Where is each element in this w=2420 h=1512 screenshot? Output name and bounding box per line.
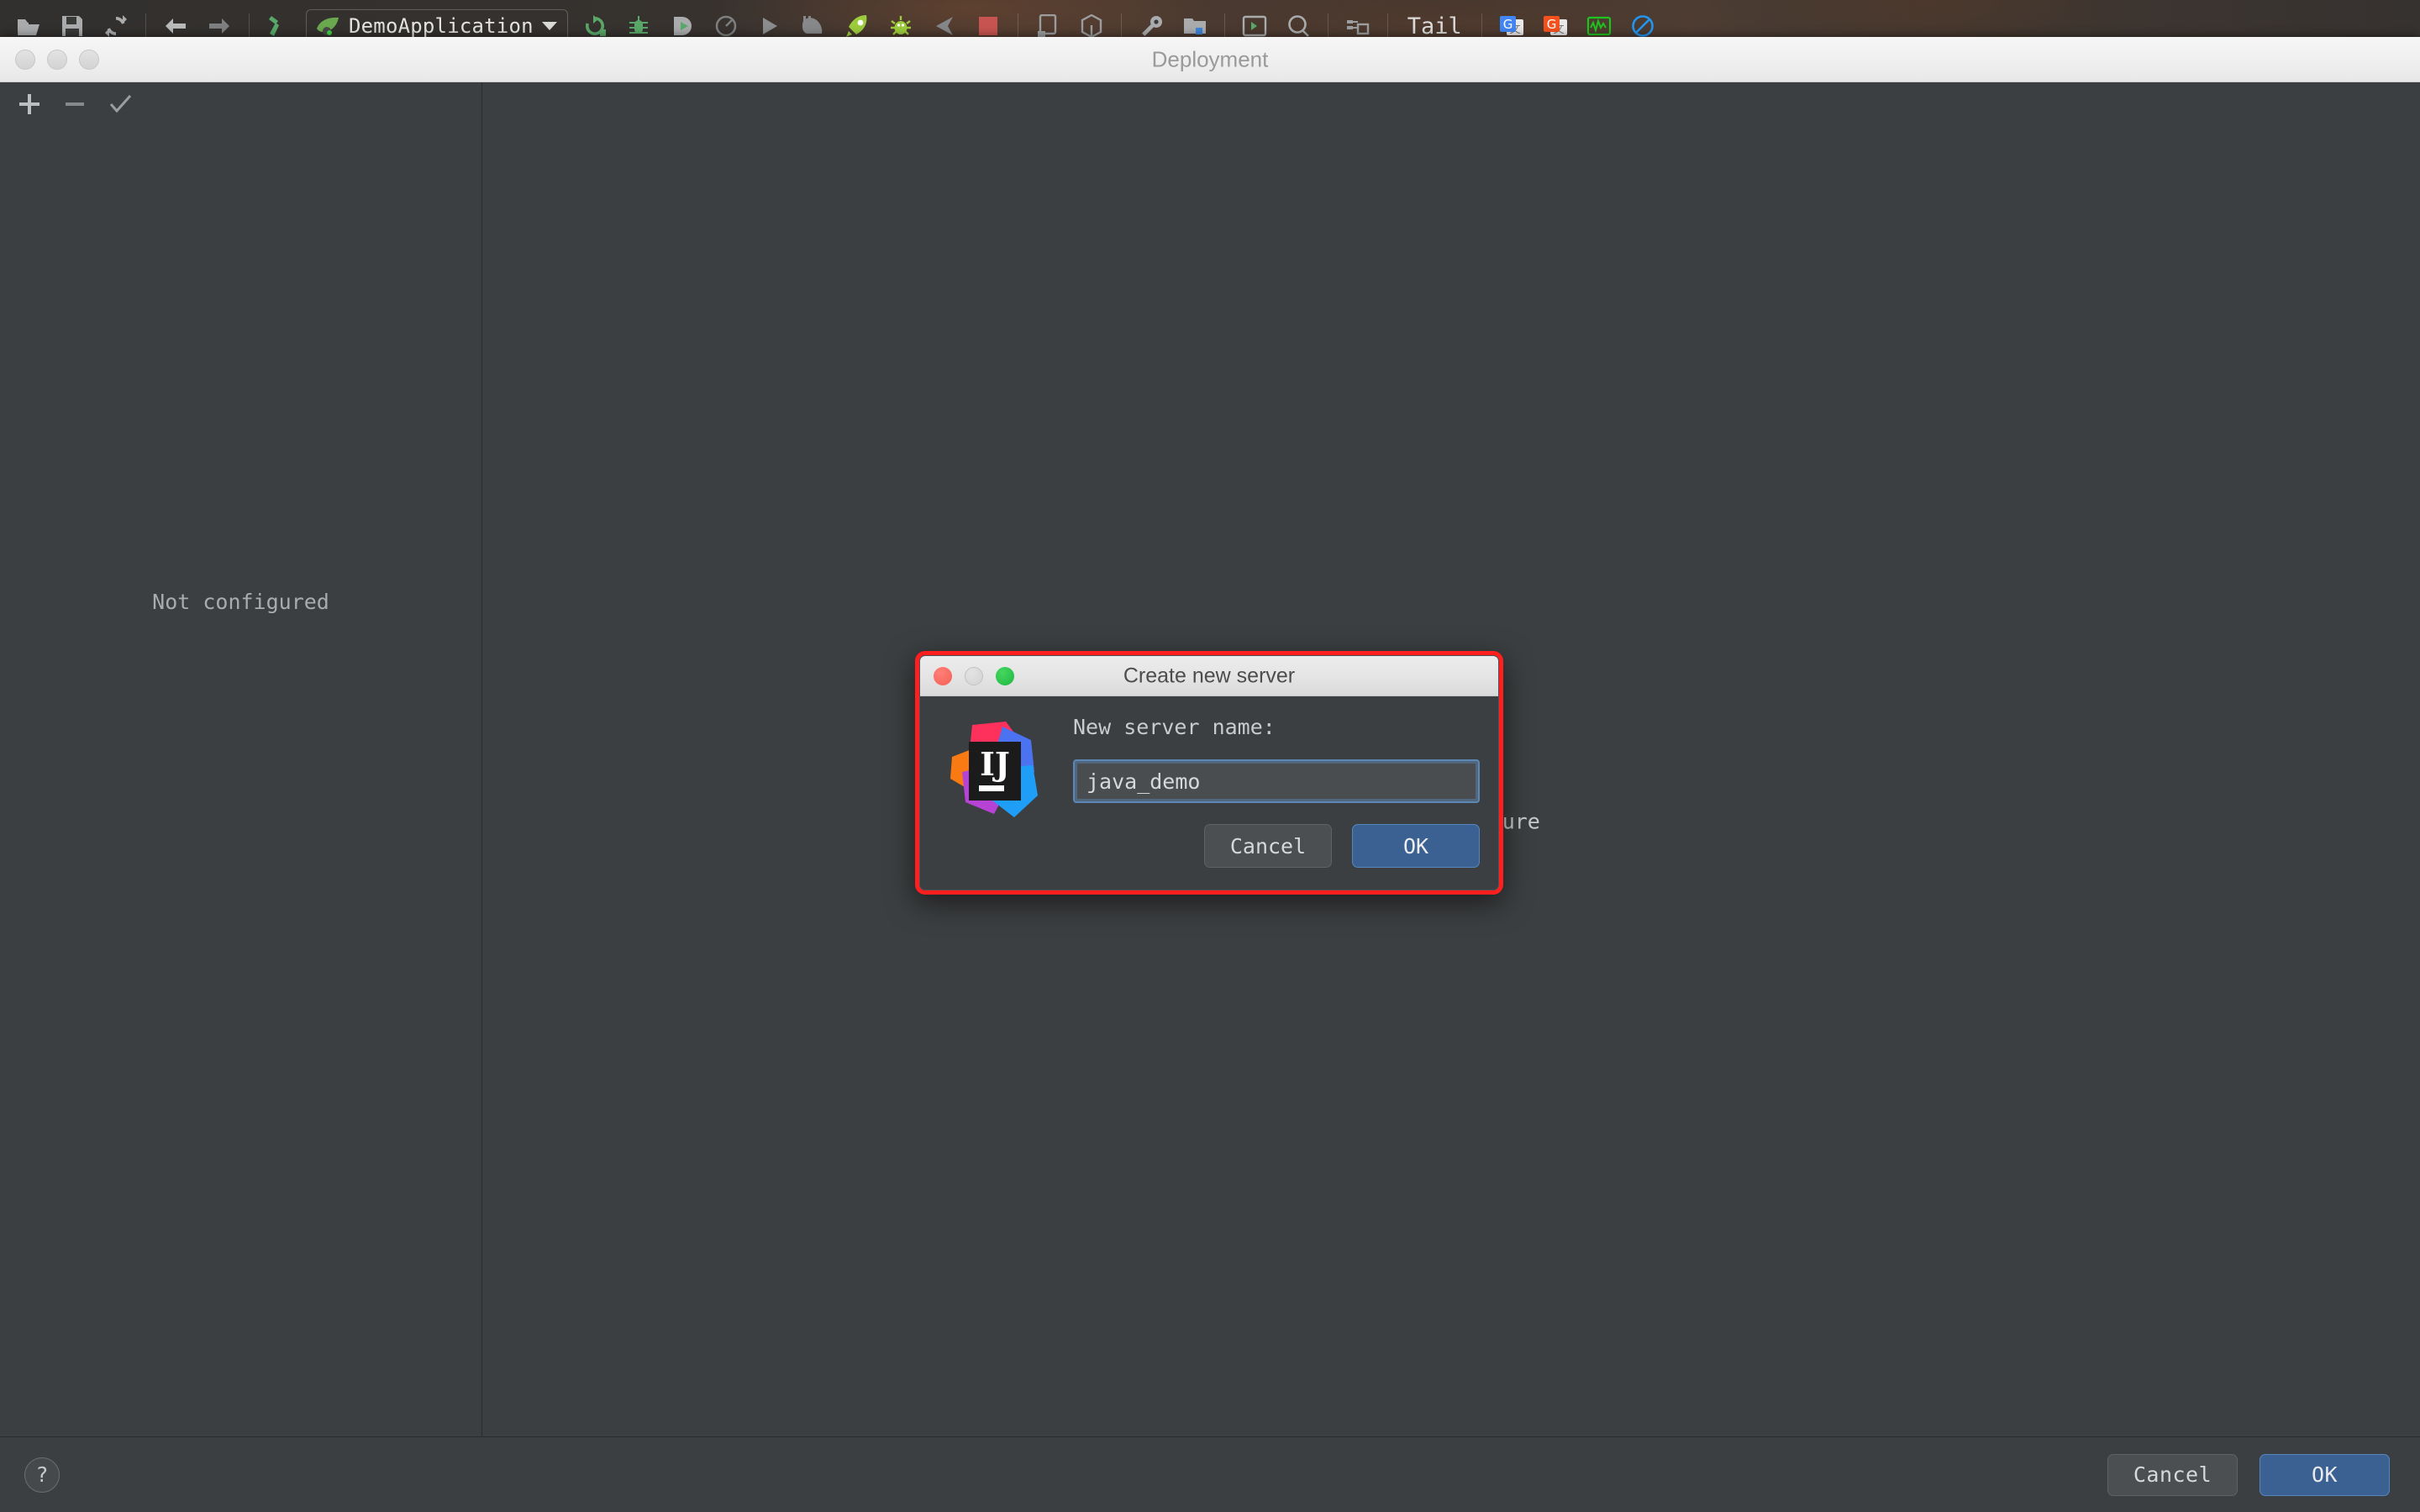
dialog-action-buttons: Cancel OK: [1204, 824, 1480, 868]
chevron-down-icon[interactable]: [542, 22, 557, 30]
svg-text:G: G: [1502, 17, 1512, 32]
server-list-pane: Not configured: [0, 82, 482, 1436]
dialog-highlight-border: Create new server IJ New server name:: [915, 651, 1503, 895]
create-new-server-dialog: Create new server IJ New server name:: [919, 655, 1499, 890]
dialog-titlebar: Create new server: [920, 656, 1498, 696]
toolbar-separator: [1387, 13, 1388, 39]
dialog-ok-button[interactable]: OK: [1352, 824, 1480, 868]
check-connection-button[interactable]: [97, 86, 143, 123]
new-server-name-input[interactable]: [1073, 759, 1480, 803]
intellij-idea-logo-icon: IJ: [944, 720, 1044, 821]
empty-state-label: Not configured: [0, 590, 481, 614]
new-server-name-label: New server name:: [1073, 715, 1480, 739]
ok-button[interactable]: OK: [2260, 1454, 2390, 1496]
remove-server-button[interactable]: [52, 86, 97, 123]
spring-leaf-icon: [315, 15, 340, 37]
dialog-cancel-button[interactable]: Cancel: [1204, 824, 1332, 868]
window-titlebar: Deployment: [0, 37, 2420, 82]
dialog-field-area: New server name:: [1073, 715, 1480, 803]
dialog-title: Create new server: [920, 664, 1498, 688]
toolbar-separator: [1481, 13, 1482, 39]
add-server-button[interactable]: [7, 86, 52, 123]
help-button[interactable]: ?: [24, 1457, 60, 1493]
toolbar-separator: [145, 13, 146, 39]
svg-text:IJ: IJ: [980, 745, 1010, 783]
svg-text:G: G: [1546, 17, 1556, 32]
toolbar-separator: [1224, 13, 1225, 39]
toolbar-separator: [1121, 13, 1122, 39]
server-list-toolbar: [0, 82, 481, 126]
run-configuration-label: DemoApplication: [349, 14, 534, 38]
page-title: Deployment: [0, 46, 2420, 72]
cancel-button[interactable]: Cancel: [2107, 1454, 2238, 1496]
tail-label[interactable]: Tail: [1396, 13, 1474, 39]
toolbar-separator: [249, 13, 250, 39]
dialog-content: IJ New server name: Cancel OK: [920, 696, 1498, 890]
window-bottom-bar: ? Cancel OK: [0, 1436, 2420, 1512]
window-action-buttons: Cancel OK: [2107, 1454, 2390, 1496]
